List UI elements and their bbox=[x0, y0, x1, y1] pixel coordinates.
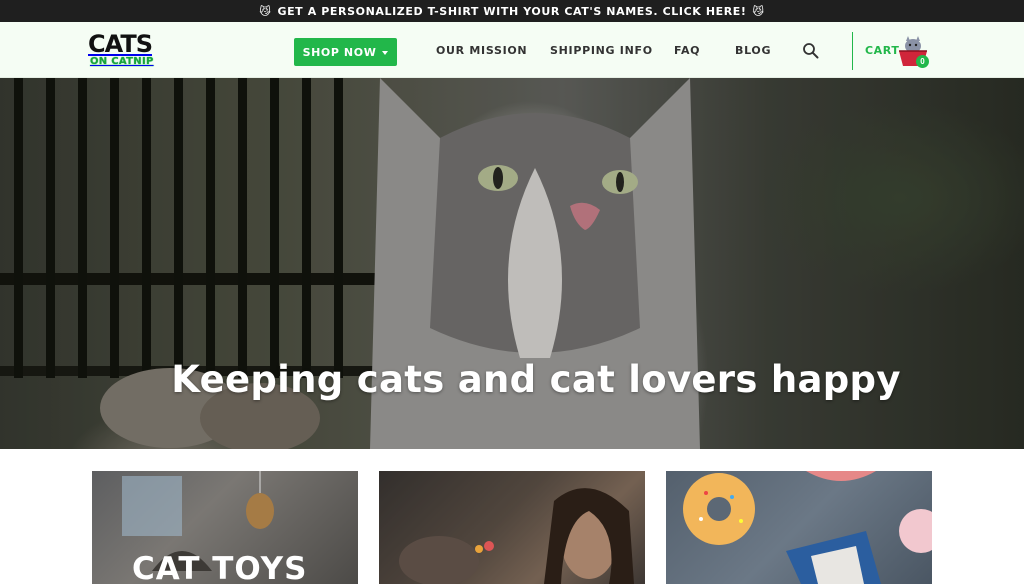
shop-now-button[interactable]: SHOP NOW bbox=[294, 38, 397, 66]
announcement-bar[interactable]: 😼 GET A PERSONALIZED T-SHIRT WITH YOUR C… bbox=[0, 0, 1024, 22]
donut-mug-image bbox=[683, 471, 932, 584]
cat-emoji-icon: 😼 bbox=[259, 4, 272, 18]
cat-owner-image bbox=[379, 471, 645, 584]
site-header: CATS ON CATNIP SHOP NOW OUR MISSION SHIP… bbox=[0, 22, 1024, 78]
site-logo[interactable]: CATS ON CATNIP bbox=[88, 32, 176, 70]
category-card-cat-toys[interactable]: CAT TOYS bbox=[92, 471, 358, 584]
hero-banner: Keeping cats and cat lovers happy bbox=[0, 78, 1024, 449]
nav-our-mission[interactable]: OUR MISSION bbox=[436, 44, 527, 57]
header-divider bbox=[852, 32, 853, 70]
card-title: CAT TOYS bbox=[132, 551, 308, 584]
nav-blog[interactable]: BLOG bbox=[735, 44, 771, 57]
search-icon[interactable] bbox=[802, 42, 820, 60]
logo-text-top: CATS bbox=[88, 30, 153, 58]
nav-faq[interactable]: FAQ bbox=[674, 44, 700, 57]
logo-text-bottom: ON CATNIP bbox=[90, 56, 154, 67]
category-card-accessories[interactable] bbox=[666, 471, 932, 584]
cat-emoji-icon: 😼 bbox=[752, 4, 765, 18]
cart-count-badge: 0 bbox=[916, 55, 929, 68]
announcement-text: GET A PERSONALIZED T-SHIRT WITH YOUR CAT… bbox=[277, 4, 747, 18]
chevron-down-icon bbox=[382, 50, 389, 55]
shop-now-label: SHOP NOW bbox=[302, 45, 377, 59]
hero-title: Keeping cats and cat lovers happy bbox=[171, 358, 901, 401]
category-card-apparel[interactable] bbox=[379, 471, 645, 584]
nav-shipping-info[interactable]: SHIPPING INFO bbox=[550, 44, 653, 57]
